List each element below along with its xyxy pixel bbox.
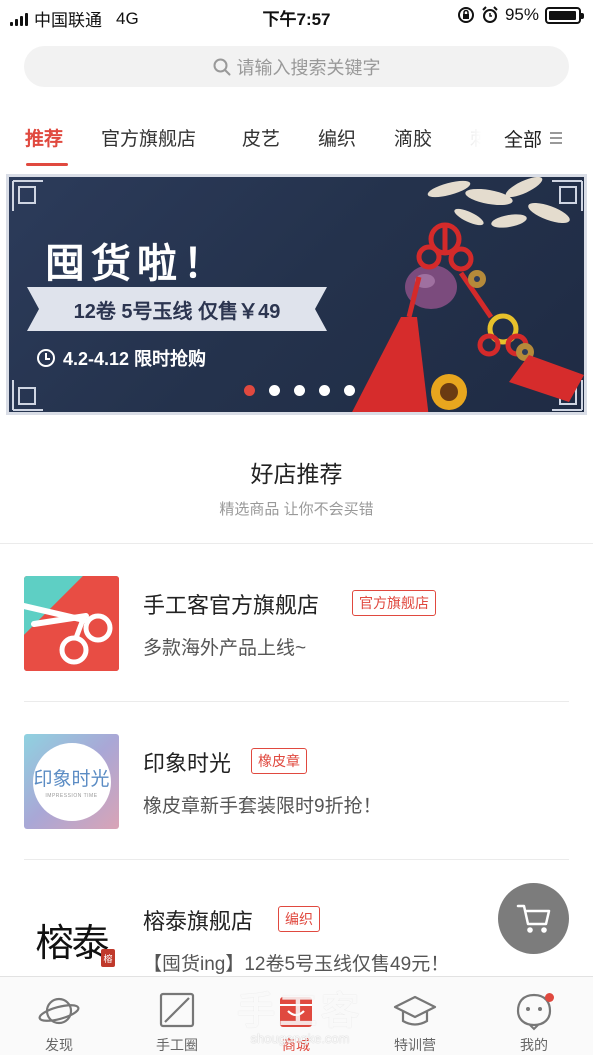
shop-name: 榕泰旗舰店 <box>143 909 254 934</box>
search-placeholder: 请输入搜索关键字 <box>236 57 381 78</box>
square-slash-icon <box>155 991 199 1031</box>
carousel-dot[interactable] <box>294 385 305 396</box>
cart-icon <box>516 904 550 933</box>
tab-official-store[interactable]: 官方旗舰店 <box>101 124 196 151</box>
active-tab-indicator <box>26 163 68 166</box>
shop-description: 【囤货ing】12卷5号玉线仅售49元！ <box>143 954 450 975</box>
status-bar: 中国联通 4G 下午7:57 95% <box>0 0 593 34</box>
banner-date-text: 4.2-4.12 限时抢购 <box>63 349 207 369</box>
search-input[interactable]: 请输入搜索关键字 <box>24 46 569 87</box>
nav-label: 特训营 <box>394 1037 436 1053</box>
notification-badge <box>545 993 554 1002</box>
tab-leather[interactable]: 皮艺 <box>242 124 280 151</box>
logo-text: 榕泰 <box>35 921 109 965</box>
shop-item[interactable]: 印象时光 IMPRESSION TIME 印象时光 橡皮章 橡皮章新手套装限时9… <box>0 718 593 858</box>
alarm-icon <box>482 6 498 23</box>
banner-date: 4.2-4.12 限时抢购 <box>37 345 206 371</box>
section-subtitle: 精选商品 让你不会买错 <box>219 501 374 518</box>
banner-title: 囤货啦！ <box>45 240 229 287</box>
section-divider <box>0 543 593 544</box>
logo-text: 印象时光 <box>33 768 110 790</box>
nav-shop[interactable]: 商城 <box>237 977 355 1055</box>
nav-label: 商城 <box>282 1037 310 1053</box>
search-icon <box>213 58 230 75</box>
shop-tag: 编织 <box>278 906 320 932</box>
promo-banner[interactable]: 囤货啦！ 12卷 5号玉线 仅售￥49 4.2-4.12 限时抢购 <box>6 174 587 415</box>
nav-label: 发现 <box>45 1037 73 1053</box>
nav-training[interactable]: 特训营 <box>356 977 474 1055</box>
shop-logo: 印象时光 IMPRESSION TIME <box>24 734 119 829</box>
tab-fade <box>440 110 500 166</box>
shop-tag: 橡皮章 <box>251 748 307 774</box>
rotation-lock-icon <box>457 7 474 23</box>
shop-icon <box>274 991 318 1031</box>
shop-item[interactable]: 手工客官方旗舰店 官方旗舰店 多款海外产品上线~ <box>0 560 593 700</box>
scissors-icon <box>24 603 113 665</box>
shop-description: 多款海外产品上线~ <box>143 638 307 659</box>
carousel-dots <box>244 385 355 396</box>
bottom-nav: 发现 手工圈 商城 特训营 我的 <box>0 976 593 1055</box>
carousel-dot[interactable] <box>319 385 330 396</box>
banner-ribbon: 12卷 5号玉线 仅售￥49 <box>27 287 327 331</box>
logo-subtext: IMPRESSION TIME <box>45 793 98 799</box>
logo-seal: 榕 <box>101 949 115 967</box>
shop-name: 印象时光 <box>143 751 232 776</box>
nav-label: 我的 <box>520 1037 548 1053</box>
category-tabs: 推荐 官方旗舰店 皮艺 编织 滴胶 刺 全部 <box>0 110 593 166</box>
shop-logo: 榕泰 榕 <box>24 892 119 987</box>
nav-discover[interactable]: 发现 <box>0 977 118 1055</box>
list-divider <box>24 859 569 860</box>
planet-icon <box>37 991 81 1031</box>
all-categories-button[interactable]: 全部 <box>500 110 593 166</box>
carousel-dot[interactable] <box>344 385 355 396</box>
shop-name: 手工客官方旗舰店 <box>143 593 320 618</box>
graduation-cap-icon <box>393 991 437 1031</box>
all-categories-label: 全部 <box>504 129 543 151</box>
menu-icon <box>550 132 563 144</box>
list-divider <box>24 701 569 702</box>
nav-label: 手工圈 <box>156 1037 198 1053</box>
status-right: 95% <box>457 5 584 25</box>
clock-icon <box>37 349 55 367</box>
cart-button[interactable] <box>498 883 569 954</box>
shop-tag: 官方旗舰店 <box>352 590 436 616</box>
tab-resin[interactable]: 滴胶 <box>394 124 432 151</box>
tab-recommend[interactable]: 推荐 <box>25 124 63 151</box>
carousel-dot[interactable] <box>269 385 280 396</box>
tab-weaving[interactable]: 编织 <box>318 124 356 151</box>
battery-percent: 95% <box>504 5 539 24</box>
section-title: 好店推荐 <box>250 461 343 487</box>
shop-description: 橡皮章新手套装限时9折抢！ <box>143 796 382 817</box>
stamp-logo: 印象时光 IMPRESSION TIME <box>32 742 111 821</box>
profile-icon <box>512 991 556 1031</box>
battery-icon <box>545 6 584 24</box>
nav-circle[interactable]: 手工圈 <box>118 977 236 1055</box>
nav-profile[interactable]: 我的 <box>475 977 593 1055</box>
shop-logo <box>24 576 119 671</box>
carousel-dot[interactable] <box>244 385 255 396</box>
